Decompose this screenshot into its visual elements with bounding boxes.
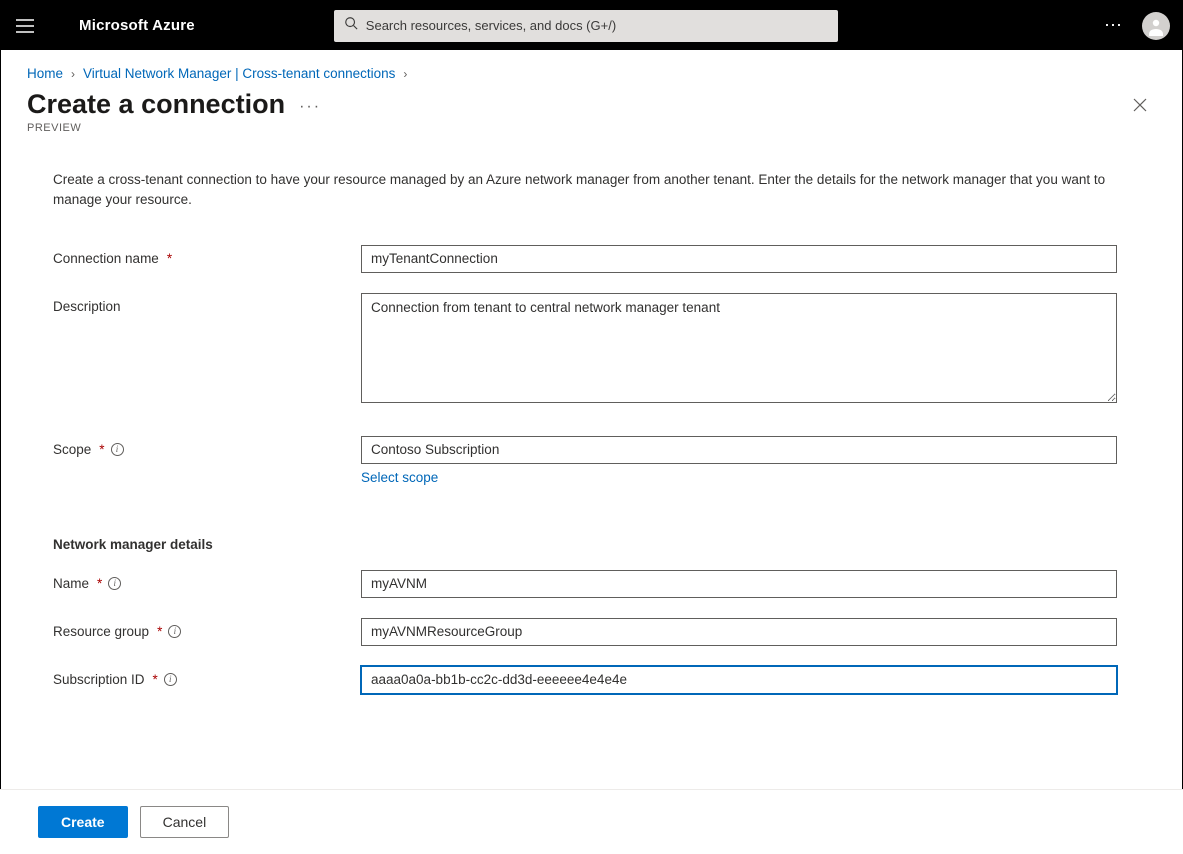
info-icon[interactable]: i [108,577,121,590]
section-heading-nm-details: Network manager details [53,537,1130,552]
info-icon[interactable]: i [168,625,181,638]
title-more-icon[interactable]: ··· [299,94,321,116]
search-input[interactable] [366,18,828,33]
row-description: Description [53,293,1130,408]
row-nm-name: Name* i [53,570,1130,598]
select-scope-link[interactable]: Select scope [361,470,438,485]
search-wrap [334,10,838,42]
label-subscription-id: Subscription ID* i [53,666,361,687]
chevron-right-icon: › [403,67,407,81]
row-subscription-id: Subscription ID* i [53,666,1130,694]
required-asterisk: * [167,251,172,266]
chevron-right-icon: › [71,67,75,81]
breadcrumb: Home › Virtual Network Manager | Cross-t… [1,50,1182,87]
label-scope: Scope* i [53,436,361,457]
brand-label: Microsoft Azure [79,17,195,34]
resource-group-input[interactable] [361,618,1117,646]
top-bar: Microsoft Azure ⋯ [1,1,1182,50]
hamburger-icon[interactable] [13,14,37,38]
row-connection-name: Connection name* [53,245,1130,273]
topbar-right: ⋯ [1104,12,1170,40]
page-header: Create a connection ··· PREVIEW [1,87,1182,170]
required-asterisk: * [153,672,158,687]
footer-bar: Create Cancel [0,789,1183,854]
preview-tag: PREVIEW [27,122,1156,134]
label-resource-group: Resource group* i [53,618,361,639]
page-title: Create a connection [27,89,285,120]
label-connection-name: Connection name* [53,245,361,266]
info-icon[interactable]: i [111,443,124,456]
required-asterisk: * [97,576,102,591]
label-description: Description [53,293,361,314]
user-avatar[interactable] [1142,12,1170,40]
subscription-id-input[interactable] [361,666,1117,694]
breadcrumb-section[interactable]: Virtual Network Manager | Cross-tenant c… [83,66,395,81]
nm-name-input[interactable] [361,570,1117,598]
global-search[interactable] [334,10,838,42]
description-input[interactable] [361,293,1117,403]
more-horizontal-icon[interactable]: ⋯ [1104,15,1124,36]
row-scope: Scope* i Select scope [53,436,1130,515]
required-asterisk: * [157,624,162,639]
intro-text: Create a cross-tenant connection to have… [53,170,1113,211]
connection-name-input[interactable] [361,245,1117,273]
required-asterisk: * [99,442,104,457]
breadcrumb-home[interactable]: Home [27,66,63,81]
row-resource-group: Resource group* i [53,618,1130,646]
create-button[interactable]: Create [38,806,128,838]
label-nm-name: Name* i [53,570,361,591]
form-content: Create a cross-tenant connection to have… [1,170,1182,823]
cancel-button[interactable]: Cancel [140,806,230,838]
info-icon[interactable]: i [164,673,177,686]
close-icon[interactable] [1132,97,1148,118]
search-icon [344,16,358,35]
scope-input[interactable] [361,436,1117,464]
